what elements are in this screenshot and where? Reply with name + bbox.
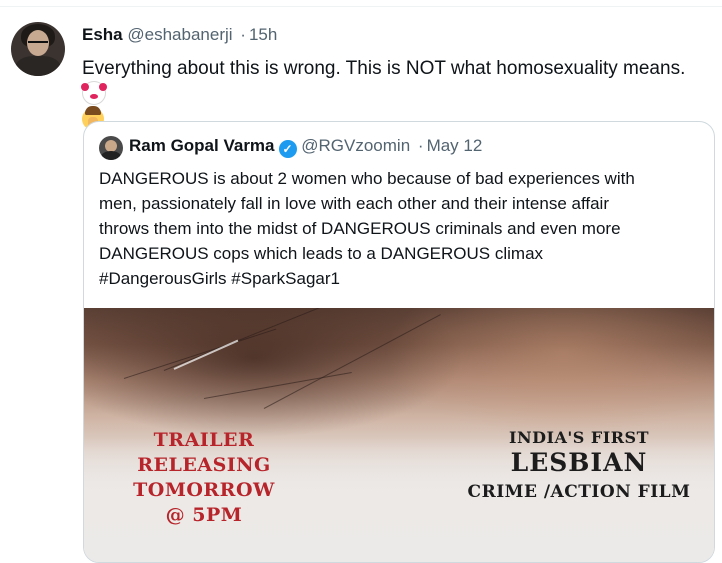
author-name[interactable]: Esha: [82, 25, 123, 44]
poster-right-line-1: INDIA'S FIRST: [508, 428, 649, 447]
quoted-text-hashtags[interactable]: #DangerousGirls #SparkSagar1: [99, 266, 699, 291]
author-avatar[interactable]: [11, 22, 65, 76]
quoted-text-line: DANGEROUS is about 2 women who because o…: [99, 169, 635, 188]
quoted-tweet-header: Ram Gopal Varma ✓ @RGVzoomin · May 12: [129, 136, 482, 158]
avatar-body: [15, 56, 61, 76]
quoted-text-line: men, passionately fall in love with each…: [99, 194, 609, 213]
top-divider: [0, 0, 722, 7]
poster-tagline: INDIA'S FIRST LESBIAN CRIME /ACTION FILM: [444, 428, 714, 506]
quoted-text-line: DANGEROUS cops which leads to a DANGEROU…: [99, 244, 544, 263]
poster-left-line: @ 5PM: [165, 504, 243, 526]
quoted-header-separator: ·: [417, 136, 424, 155]
author-handle[interactable]: @eshabanerji: [127, 25, 232, 44]
poster-left-line: TOMORROW: [133, 479, 275, 501]
quoted-tweet-date: May 12: [426, 136, 483, 155]
poster-right-line-3: CRIME /ACTION FILM: [467, 482, 691, 502]
avatar-glasses: [28, 41, 48, 47]
header-separator: ·: [240, 25, 246, 44]
quoted-tweet-card[interactable]: Ram Gopal Varma ✓ @RGVzoomin · May 12 DANG…: [83, 121, 715, 563]
verified-badge-icon: ✓: [278, 140, 297, 158]
quoted-tweet-text: DANGEROUS is about 2 women who because o…: [99, 166, 699, 291]
poster-left-line: RELEASING: [137, 454, 271, 476]
poster-trailer-text: TRAILER RELEASING TOMORROW @ 5PM: [104, 428, 304, 528]
quoted-author-handle: @RGVzoomin: [301, 136, 411, 155]
tweet-header: Esha @eshabanerji · 15h: [82, 25, 277, 45]
quoted-author-name: Ram Gopal Varma: [129, 136, 275, 155]
poster-image[interactable]: TRAILER RELEASING TOMORROW @ 5PM INDIA'S…: [84, 308, 714, 562]
tweet-body: Everything about this is wrong. This is …: [82, 58, 686, 79]
quoted-author-avatar: [99, 136, 123, 160]
poster-skin: [384, 308, 714, 438]
poster-left-line: TRAILER: [153, 429, 255, 451]
tweet-time[interactable]: 15h: [249, 25, 277, 44]
quoted-text-line: throws them into the midst of DANGEROUS …: [99, 219, 621, 238]
clown-face-icon: [81, 81, 106, 105]
poster-right-line-2: LESBIAN: [510, 448, 648, 477]
